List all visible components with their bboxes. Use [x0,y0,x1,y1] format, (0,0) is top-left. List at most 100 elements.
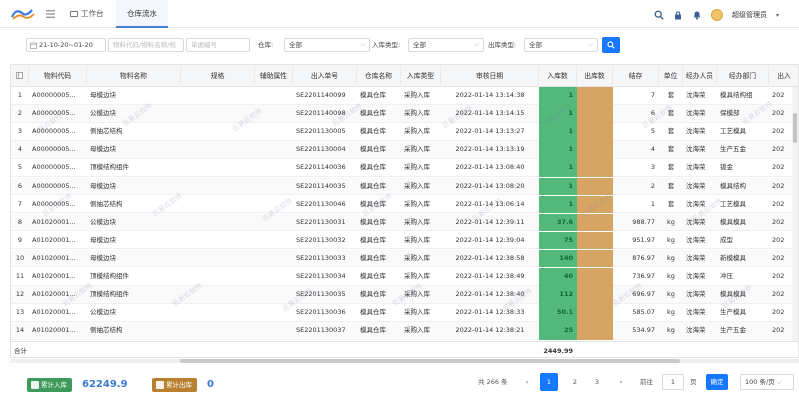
col-unit[interactable]: 单位 [659,65,683,87]
table-row[interactable]: 2 A00000005... 公模边块 SE2201140098 模具仓库 采购入库 202… [11,105,798,123]
table-row[interactable]: 14 A01020001... 侧抽芯结构 SE2201130037 模具仓库 采购入库 2… [11,322,798,340]
table-row[interactable]: 12 A01020001... 顶模结构组件 SE2201130035 模具仓库 采购入库… [11,286,798,304]
cell-material-code: A01020001... [32,272,76,280]
table-row[interactable]: 13 A01020001... 公模边块 SE2201130036 模具仓库 采购入库 20… [11,304,798,322]
table-row[interactable]: 7 A00000005... 侧抽芯结构 SE2201130046 模具仓库 采购入库 20… [11,195,798,214]
goto-page-input[interactable]: 1 [662,374,684,390]
search-button[interactable] [602,37,620,53]
cell-dept: 冲压 [720,272,733,280]
user-avatar[interactable] [710,9,723,21]
col-io[interactable]: 出入 [769,65,798,87]
cell-material-code: A00000005... [32,145,76,154]
cell-spec [181,141,255,159]
cell-audit-date: 2022-01-14 12:38:33 [455,308,525,317]
table-row[interactable]: 11 A01020001... 顶模结构组件 SE2201130034 模具仓库 采购入库… [11,268,798,286]
prev-page-button[interactable]: ‹ [518,373,536,391]
cell-material-code: A01020001... [32,308,76,317]
col-doc-number[interactable]: 出入单号 [293,65,357,87]
col-material-name[interactable]: 物料名称 [87,65,181,87]
cell-spec [181,268,255,286]
table-row[interactable]: 3 A00000005... 侧抽芯结构 SE2201130005 模具仓库 采购入库 20… [11,123,798,141]
table-row[interactable]: 4 A00000005... 母模边块 SE2201130004 模具仓库 采购入库 202… [11,141,798,159]
table-row[interactable]: 5 A00000005... 顶模结构组件 SE2201140036 模具仓库 采购入库 2… [11,159,798,177]
table-row[interactable]: 8 A01020001... 公模边块 SE2201130031 模具仓库 采购入库 202… [11,213,798,232]
table-row[interactable]: 9 A01020001... 母模边块 SE2201130032 模具仓库 采购入库 202… [11,231,798,250]
search-icon[interactable] [654,10,664,20]
cell-in-type: 采购入库 [404,109,430,118]
cell-aux-attr [255,304,293,322]
cell-material-code: A00000005... [32,181,76,190]
cell-in-qty: 25 [539,322,577,340]
cell-in-qty: 37.6 [539,213,577,232]
out-type-select[interactable]: 全部 ⌵ [524,38,598,52]
warehouse-select[interactable]: 全部 ⌵ [284,38,370,52]
cell-spec [181,250,255,268]
col-audit-date[interactable]: 审核日期 [441,65,539,87]
column-settings-cell[interactable] [11,65,29,87]
col-material-code[interactable]: 物料代码 [29,65,87,87]
page-2-button[interactable]: 2 [566,373,584,391]
cell-doc-number: SE2201140036 [296,163,346,172]
lock-icon[interactable] [673,10,683,20]
cell-material-code: A01020001... [32,253,76,262]
cell-in-type: 采购入库 [404,91,430,99]
cell-aux-attr [255,178,293,196]
chevron-down-icon[interactable]: ▾ [776,12,779,19]
col-warehouse[interactable]: 仓库名称 [357,65,401,87]
cell-material-code: A00000005... [32,199,76,208]
cell-warehouse: 模具仓库 [360,145,386,154]
table-row[interactable]: 1 A00000005... 母模边块 SE2201140099 模具仓库 采购入库 202… [11,87,798,105]
page-size-select[interactable]: 100 条/页 ⌵ [740,374,794,390]
vertical-scroll-thumb[interactable] [793,113,797,143]
page-3-button[interactable]: 3 [588,373,606,391]
column-settings-icon [16,72,23,79]
col-in-qty[interactable]: 入库数 [539,65,577,87]
cell-dept: 成型 [720,235,733,244]
page-1-button[interactable]: 1 [540,373,558,391]
cell-warehouse: 模具仓库 [360,308,386,317]
cell-dept: 工艺模具 [720,127,746,136]
in-type-select[interactable]: 全部 ⌵ [408,38,484,52]
cell-row-number: 9 [17,235,23,244]
col-in-type[interactable]: 入库类型 [401,65,441,87]
col-dept[interactable]: 经办部门 [717,65,769,87]
col-out-qty[interactable]: 出库数 [577,65,613,87]
horizontal-scroll-thumb[interactable] [180,359,680,363]
date-range-picker[interactable]: 21-10-20~01-20 [26,38,106,52]
cell-spec [181,159,255,177]
user-name[interactable]: 超级管理员 [732,10,767,20]
material-search-input[interactable]: 物料代码/物料名称/规 [108,38,184,52]
in-type-label: 入库类型: [372,41,401,49]
col-aux-attr[interactable]: 辅助属性 [255,65,293,87]
cell-in-qty: 140 [539,249,577,268]
cell-material-name: 母模边块 [90,235,116,244]
table-row[interactable]: 6 A00000005... 母模边块 SE2201140035 模具仓库 采购入库 202… [11,177,798,196]
cell-material-name: 侧抽芯结构 [90,127,123,136]
cell-row-number: 3 [17,127,23,136]
menu-collapse-icon[interactable] [46,10,55,18]
cell-unit: 套 [667,127,675,136]
cell-material-name: 母模边块 [90,91,116,99]
cell-aux-attr [255,196,293,214]
col-handler[interactable]: 经办人员 [683,65,717,87]
cell-audit-date: 2022-01-14 13:14:38 [455,91,525,99]
vertical-scrollbar[interactable] [792,87,798,341]
cell-audit-date: 2022-01-14 12:38:40 [455,290,525,299]
tab-workbench[interactable]: 工作台 [64,0,110,28]
cell-spec [181,123,255,141]
col-spec[interactable]: 规格 [181,65,255,87]
bell-icon[interactable] [692,10,702,20]
tab-warehouse-flow[interactable]: 仓库流水 [116,0,168,28]
cell-material-code: A01020001... [32,326,76,335]
confirm-goto-button[interactable]: 确定 [706,374,728,390]
search-icon [607,41,615,49]
table-row[interactable]: 10 A01020001... 母模边块 SE2201130033 模具仓库 采购入库 20… [11,249,798,268]
doc-number-input[interactable]: 单据编号 [186,38,250,52]
cell-aux-attr [255,214,293,232]
next-page-button[interactable]: › [612,373,630,391]
cell-warehouse: 模具仓库 [360,235,386,244]
col-balance[interactable]: 结存 [613,65,659,87]
cell-balance: 1 [650,199,655,208]
record-count: 共 266 条 [478,378,508,386]
cell-dept: 模具结构 [720,181,746,190]
